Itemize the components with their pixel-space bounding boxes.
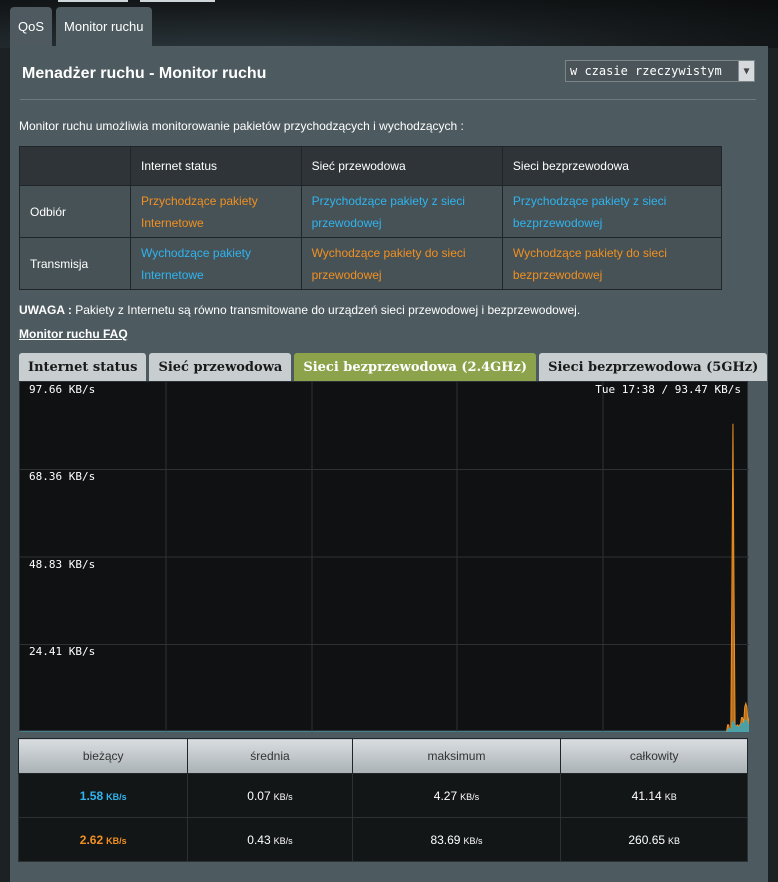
table-header-empty xyxy=(19,146,131,186)
top-tab-highlight xyxy=(140,0,215,2)
stats-unit: KB xyxy=(664,791,677,802)
stats-value: 4.27 xyxy=(433,788,458,803)
stats-unit: KB/s xyxy=(273,791,293,802)
stats-current: 1.58 KB/s xyxy=(17,773,189,818)
tab-internet-status[interactable]: Internet status xyxy=(19,353,147,381)
y-tick-label: 68.36 KB/s xyxy=(29,470,96,483)
stats-max: 4.27 KB/s xyxy=(351,773,562,818)
row-label-transmit: Transmisja xyxy=(19,237,131,290)
y-tick-label: 24.41 KB/s xyxy=(29,645,96,658)
table-cell: Przychodzące pakiety Internetowe xyxy=(130,185,302,238)
stats-unit: KB/s xyxy=(273,835,293,846)
stats-max: 83.69 KB/s xyxy=(351,817,562,862)
note-label: UWAGA : xyxy=(19,303,72,317)
row-label-receive: Odbiór xyxy=(19,185,131,238)
series-area-orange xyxy=(20,423,749,732)
stats-value: 83.69 xyxy=(430,832,461,847)
mode-select[interactable]: w czasie rzeczywistym ▼ xyxy=(565,60,755,82)
table-row: 1.58 KB/s 0.07 KB/s 4.27 KB/s 41.14 KB xyxy=(17,773,748,818)
description-text: Monitor ruchu umożliwia monitorowanie pa… xyxy=(19,119,464,133)
stats-value: 41.14 xyxy=(631,788,662,803)
stats-unit: KB xyxy=(668,835,681,846)
y-tick-label: 97.66 KB/s xyxy=(29,383,96,396)
mode-select-value: w czasie rzeczywistym xyxy=(570,64,722,78)
stats-total: 41.14 KB xyxy=(560,773,748,818)
chevron-down-icon[interactable]: ▼ xyxy=(738,61,754,81)
table-cell: Przychodzące pakiety z sieci bezprzewodo… xyxy=(501,185,723,238)
stats-value: 260.65 xyxy=(628,832,666,847)
table-cell: Wychodzące pakiety do sieci bezprzewodow… xyxy=(501,237,723,290)
tab-wireless-5ghz[interactable]: Sieci bezprzewodowa (5GHz) xyxy=(539,353,768,381)
stats-table: bieżący średnia maksimum całkowity 1.58 K… xyxy=(17,738,748,862)
series-area-blue xyxy=(20,718,749,732)
main-panel: Menadżer ruchu - Monitor ruchu w czasie … xyxy=(10,46,768,882)
table-cell: Przychodzące pakiety z sieci przewodowej xyxy=(300,185,503,238)
stats-header-current: bieżący xyxy=(17,738,189,774)
stats-current: 2.62 KB/s xyxy=(17,817,189,862)
chart-tabs: Internet status Sieć przewodowa Sieci be… xyxy=(19,353,768,381)
stats-average: 0.07 KB/s xyxy=(187,773,353,818)
tab-wireless-24ghz[interactable]: Sieci bezprzewodowa (2.4GHz) xyxy=(294,353,537,381)
note-text: Pakiety z Internetu są równo transmitowa… xyxy=(75,303,581,317)
stats-unit: KB/s xyxy=(460,791,480,802)
table-header-wireless: Sieci bezprzewodowa xyxy=(501,146,723,186)
table-cell: Wychodzące pakiety Internetowe xyxy=(130,237,302,290)
stats-total: 260.65 KB xyxy=(560,817,748,862)
table-row: 2.62 KB/s 0.43 KB/s 83.69 KB/s 260.65 KB xyxy=(17,817,748,862)
stats-value: 0.43 xyxy=(247,832,271,847)
stats-header-max: maksimum xyxy=(351,738,562,774)
stats-header-average: średnia xyxy=(187,738,353,774)
y-tick-label: 48.83 KB/s xyxy=(29,558,96,571)
stats-value: 0.07 xyxy=(247,788,271,803)
stats-value: 1.58 xyxy=(79,788,104,803)
stats-unit: KB/s xyxy=(106,791,127,802)
faq-link[interactable]: Monitor ruchu FAQ xyxy=(19,327,128,341)
tab-traffic-monitor[interactable]: Monitor ruchu xyxy=(56,7,152,46)
chart-timestamp: Tue 17:38 / 93.47 KB/s xyxy=(595,383,741,396)
table-header-wired: Sieć przewodowa xyxy=(300,146,503,186)
traffic-chart: 97.66 KB/s 68.36 KB/s 48.83 KB/s 24.41 K… xyxy=(19,381,749,732)
note: UWAGA : Pakiety z Internetu są równo tra… xyxy=(19,303,580,317)
chart-canvas xyxy=(20,382,749,732)
tab-qos[interactable]: QoS xyxy=(10,7,53,46)
table-header-internet: Internet status xyxy=(130,146,302,186)
stats-value: 2.62 xyxy=(79,832,104,847)
tab-wired[interactable]: Sieć przewodowa xyxy=(149,353,292,381)
divider xyxy=(20,99,756,100)
table-cell: Wychodzące pakiety do sieci przewodowej xyxy=(300,237,503,290)
stats-header-total: całkowity xyxy=(560,738,748,774)
page-title: Menadżer ruchu - Monitor ruchu xyxy=(22,65,267,82)
traffic-info-table: Internet status Sieć przewodowa Sieci be… xyxy=(19,146,723,290)
top-tab-highlight xyxy=(58,0,128,2)
stats-unit: KB/s xyxy=(463,835,483,846)
stats-unit: KB/s xyxy=(106,835,127,846)
stats-average: 0.43 KB/s xyxy=(187,817,353,862)
top-tabs: QoS Monitor ruchu xyxy=(10,7,152,46)
